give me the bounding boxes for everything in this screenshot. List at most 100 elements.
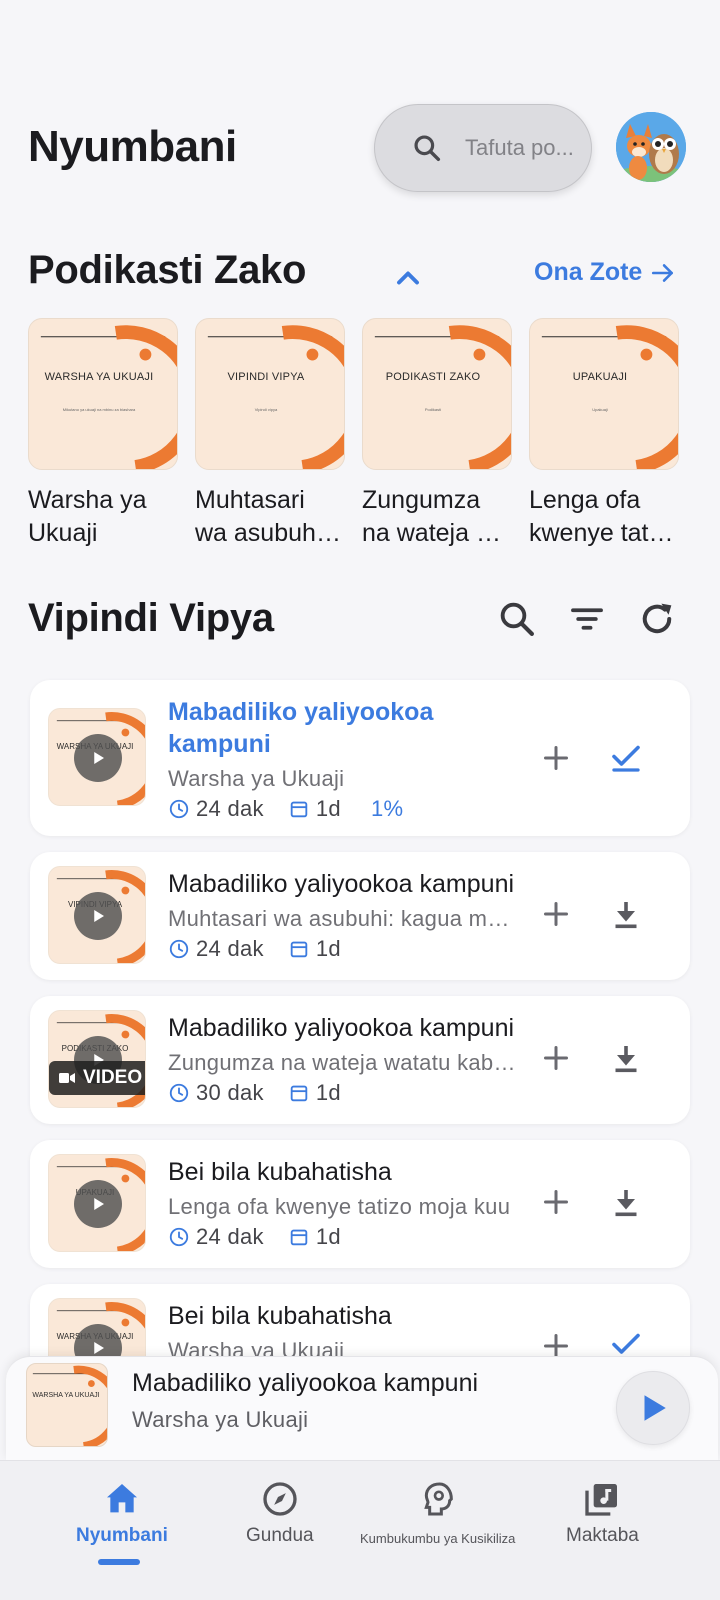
- episode-duration: 30 dak: [196, 1080, 264, 1105]
- episode-date: 1d: [315, 1224, 341, 1249]
- mini-player-thumbnail: WARSHA YA UKUAJI: [26, 1363, 108, 1447]
- episodes-section-title: Vipindi Vipya: [28, 596, 274, 640]
- cover-subtitle: Podikasti: [424, 407, 442, 412]
- top-header: Nyumbani: [0, 100, 720, 196]
- play-icon: [94, 910, 104, 922]
- nav-item-listening-memory[interactable]: Kumbukumbu ya Kusikiliza: [360, 1479, 515, 1546]
- refresh-icon[interactable]: [636, 598, 678, 640]
- avatar[interactable]: [616, 112, 686, 182]
- episode-meta: 24 dak 1d: [168, 1224, 365, 1250]
- library-music-icon: [585, 1484, 618, 1516]
- podcast-name: Muhtasari wa asubuhi: kagua: [195, 484, 345, 550]
- arrow-right-icon: [652, 263, 674, 282]
- bottom-navigation: Nyumbani Gundua Kumbukumbu ya Kusikiliza…: [0, 1460, 720, 1600]
- mini-player[interactable]: WARSHA YA UKUAJI Mabadiliko yaliyookoa k…: [6, 1356, 718, 1460]
- add-to-queue-icon[interactable]: [538, 1040, 574, 1076]
- play-overlay-button[interactable]: [74, 734, 122, 782]
- mini-player-title: Mabadiliko yaliyookoa kampuni: [132, 1369, 479, 1397]
- clock-icon: [169, 939, 189, 959]
- episode-subtitle: Warsha ya Ukuaji: [168, 766, 345, 791]
- download-icon[interactable]: [608, 896, 644, 932]
- cover-artwork: [374, 325, 511, 469]
- podcast-name-line: na wateja watatu: [362, 519, 512, 547]
- episode-subtitle: Lenga ofa kwenye tatizo moja kuu: [168, 1194, 511, 1219]
- episode-thumbnail: UPAKUAJI: [48, 1154, 146, 1252]
- search-input[interactable]: [465, 135, 583, 161]
- podcast-tile[interactable]: UPAKUAJI Upakuaji Lenga ofa kwenye tatiz…: [529, 318, 679, 550]
- podcast-name: Zungumza na wateja watatu: [362, 484, 512, 550]
- episode-subtitle: Muhtasari wa asubuhi: kagua matokeo: [168, 906, 520, 931]
- search-icon: [414, 135, 441, 162]
- see-all-link[interactable]: Ona Zote: [534, 258, 676, 287]
- nav-item-library[interactable]: Maktaba: [566, 1479, 639, 1547]
- play-overlay-button[interactable]: [74, 1180, 122, 1228]
- search-icon[interactable]: [496, 598, 538, 640]
- episode-title: Mabadiliko yaliyookoa kampuni: [168, 1014, 515, 1042]
- played-check-icon[interactable]: [608, 740, 644, 776]
- podcast-cover: WARSHA YA UKUAJI Mikutano ya ukuaji na m…: [28, 318, 178, 470]
- episode-card[interactable]: WARSHA YA UKUAJI Mabadiliko yaliyookoa k…: [30, 680, 690, 836]
- download-icon[interactable]: [608, 1040, 644, 1076]
- episode-thumbnail: WARSHA YA UKUAJI: [48, 708, 146, 806]
- nav-item-home[interactable]: Nyumbani: [76, 1479, 168, 1547]
- podcast-name-line: Lenga ofa: [529, 486, 641, 514]
- active-tab-indicator: [98, 1559, 140, 1565]
- podcasts-section-title: Podikasti Zako: [28, 248, 307, 292]
- episode-title: Mabadiliko yaliyookoa kampuni: [168, 870, 515, 898]
- cover-title: UPAKUAJI: [572, 371, 628, 383]
- clock-icon: [169, 1083, 189, 1103]
- podcast-cover: PODIKASTI ZAKO Podikasti: [362, 318, 512, 470]
- episode-duration: 24 dak: [196, 1224, 264, 1249]
- play-button[interactable]: [616, 1371, 690, 1445]
- play-icon: [94, 1198, 104, 1210]
- play-icon: [94, 752, 104, 764]
- podcast-tile[interactable]: WARSHA YA UKUAJI Mikutano ya ukuaji na m…: [28, 318, 178, 550]
- podcast-cover: UPAKUAJI Upakuaji: [529, 318, 679, 470]
- clock-icon: [169, 1227, 189, 1247]
- filter-icon[interactable]: [566, 598, 608, 640]
- episode-date: 1d: [315, 1080, 341, 1105]
- podcast-tile[interactable]: VIPINDI VIPYA Vipindi vipya Muhtasari wa…: [195, 318, 345, 550]
- podcast-name: Warsha ya Ukuaji: [28, 484, 178, 550]
- podcast-name: Lenga ofa kwenye tatizo: [529, 484, 679, 550]
- podcast-name-line: Muhtasari: [195, 486, 305, 514]
- episode-card[interactable]: PODIKASTI ZAKO VIDEO Mabadiliko yaliyook…: [30, 996, 690, 1124]
- mini-player-subtitle: Warsha ya Ukuaji: [132, 1407, 309, 1432]
- play-icon: [94, 1342, 104, 1354]
- podcast-name-line: Ukuaji: [28, 519, 98, 547]
- cover-subtitle: Upakuaji: [592, 407, 608, 412]
- episode-title: Bei bila kubahatisha: [168, 1158, 392, 1186]
- episode-date: 1d: [315, 936, 341, 961]
- podcast-tile[interactable]: PODIKASTI ZAKO Podikasti Zungumza na wat…: [362, 318, 512, 550]
- add-to-queue-icon[interactable]: [538, 1184, 574, 1220]
- podcasts-section-header: Podikasti Zako Ona Zote: [0, 248, 720, 298]
- calendar-icon: [290, 1085, 308, 1102]
- cover-subtitle: Mikutano ya ukuaji na mbinu za biashara: [62, 407, 136, 412]
- cover-artwork: [541, 325, 678, 469]
- podcast-name-line: Zungumza: [362, 486, 481, 514]
- add-to-queue-icon[interactable]: [538, 896, 574, 932]
- episode-card[interactable]: VIPINDI VIPYA Mabadiliko yaliyookoa kamp…: [30, 852, 690, 980]
- podcast-carousel[interactable]: WARSHA YA UKUAJI Mikutano ya ukuaji na m…: [28, 318, 720, 548]
- page-title: Nyumbani: [28, 122, 237, 171]
- download-icon[interactable]: [608, 1184, 644, 1220]
- calendar-icon: [290, 941, 308, 958]
- nav-item-discover[interactable]: Gundua: [246, 1479, 314, 1547]
- cover-subtitle: Vipindi vipya: [254, 407, 278, 412]
- episode-meta: 24 dak 1d 1%: [168, 796, 403, 822]
- search-bar[interactable]: [374, 104, 592, 192]
- episode-card[interactable]: UPAKUAJI Bei bila kubahatisha Lenga ofa …: [30, 1140, 690, 1268]
- episode-thumbnail: PODIKASTI ZAKO VIDEO: [48, 1010, 146, 1108]
- episodes-section-header: Vipindi Vipya: [0, 596, 720, 646]
- chevron-up-icon[interactable]: [390, 260, 426, 296]
- add-to-queue-icon[interactable]: [538, 740, 574, 776]
- podcast-name-line: kwenye tatizo: [529, 519, 679, 547]
- episode-progress: 1%: [370, 796, 404, 821]
- episode-duration: 24 dak: [196, 936, 264, 961]
- cover-title: VIPINDI VIPYA: [227, 371, 305, 383]
- nav-label: Gundua: [246, 1525, 314, 1546]
- compass-icon: [263, 1482, 297, 1516]
- play-overlay-button[interactable]: [74, 892, 122, 940]
- nav-label: Nyumbani: [76, 1525, 168, 1546]
- cover-artwork: [32, 1365, 107, 1446]
